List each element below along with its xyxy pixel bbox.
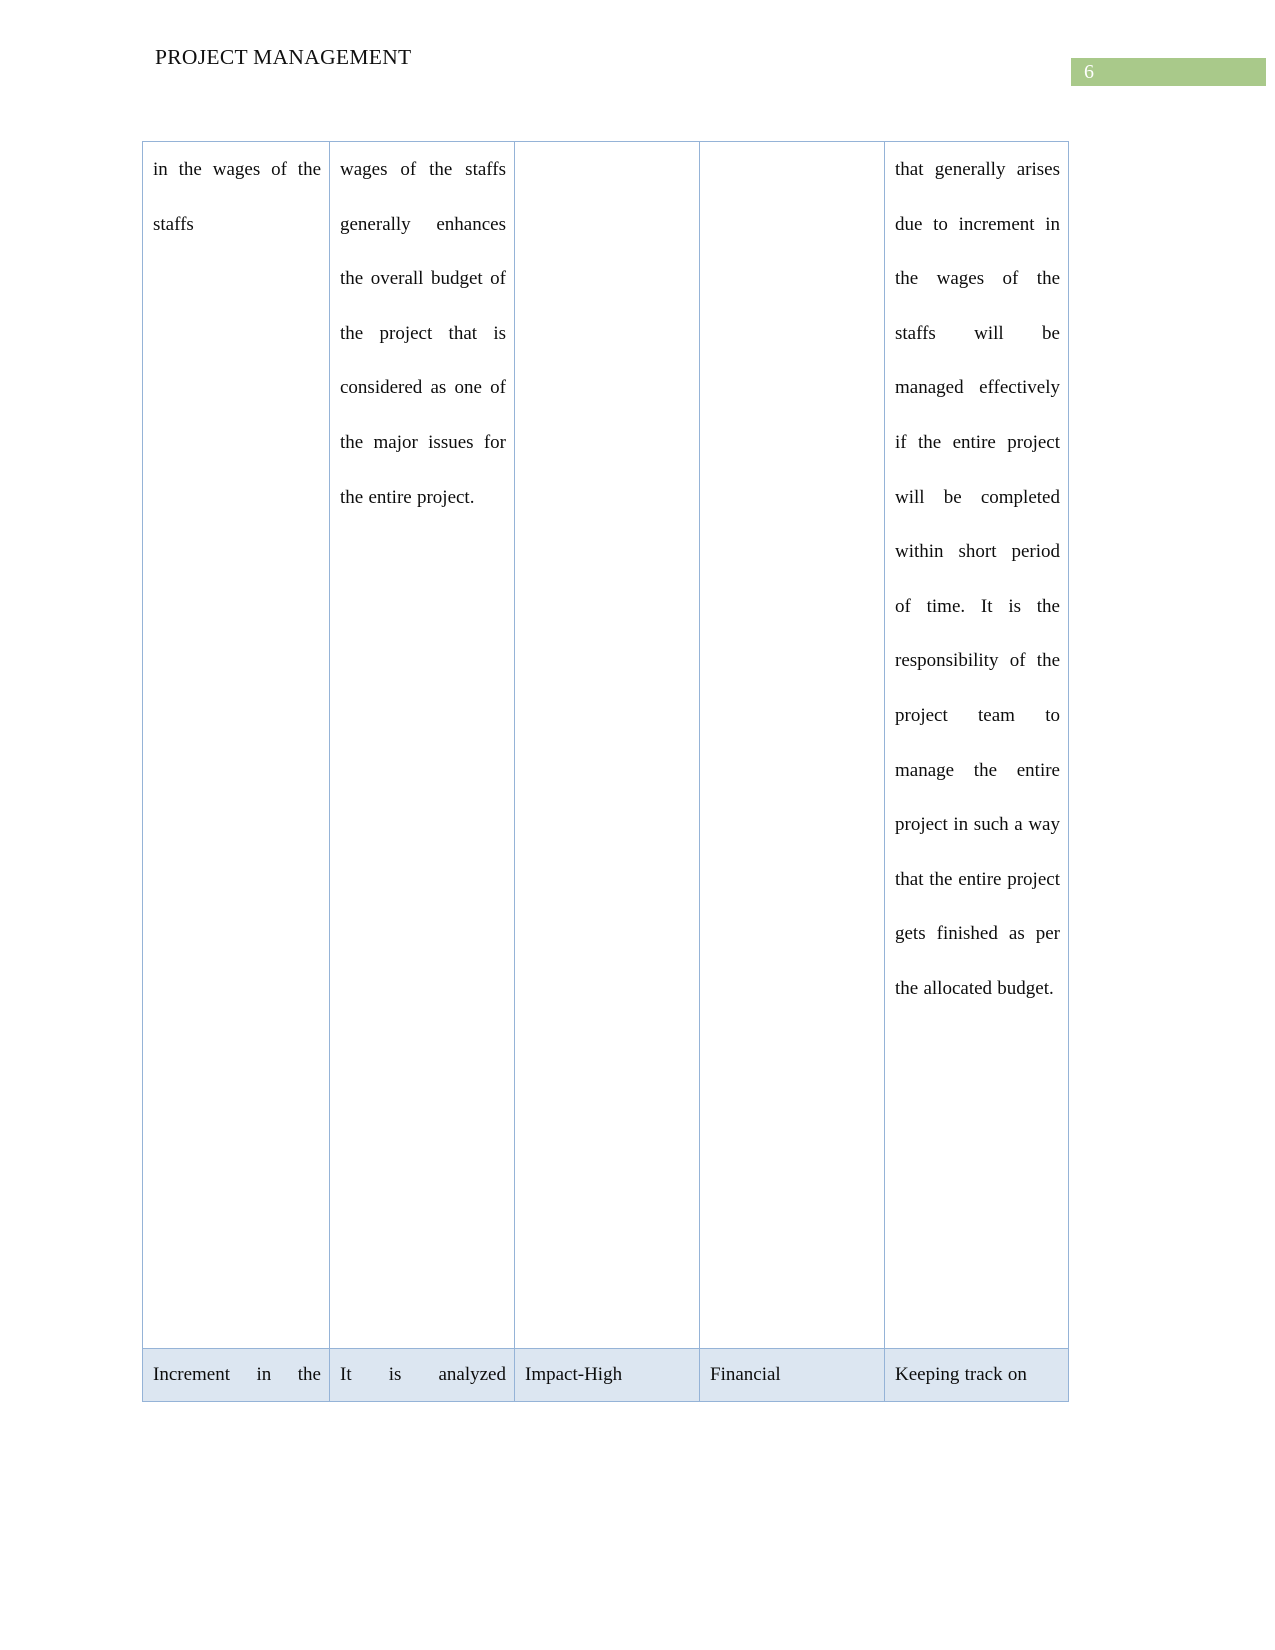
table-row: in the wages of the staffs wages of the … [142,141,1069,1349]
page-header: PROJECT MANAGEMENT 6 [0,42,1275,88]
table-cell-risk-description: Increment in the [142,1348,330,1402]
page-number-label: 6 [1084,61,1094,83]
document-page: PROJECT MANAGEMENT 6 in the wages of the… [0,0,1275,1650]
table-cell-impact [514,141,700,1349]
table-cell-category: Financial [699,1348,885,1402]
table-cell-risk-description: in the wages of the staffs [142,141,330,1349]
table-cell-risk-analysis: wages of the staffs generally enhances t… [329,141,515,1349]
page-number-badge: 6 [1071,58,1266,86]
risk-register-table: in the wages of the staffs wages of the … [142,141,1069,1402]
table-cell-category [699,141,885,1349]
table-cell-impact: Impact-High [514,1348,700,1402]
table-row: Increment in the It is analyzed Impact-H… [142,1348,1069,1402]
table-cell-mitigation: Keeping track on [884,1348,1069,1402]
table-cell-risk-analysis: It is analyzed [329,1348,515,1402]
page-title: PROJECT MANAGEMENT [155,45,412,69]
table-cell-mitigation: that generally arises due to increment i… [884,141,1069,1349]
